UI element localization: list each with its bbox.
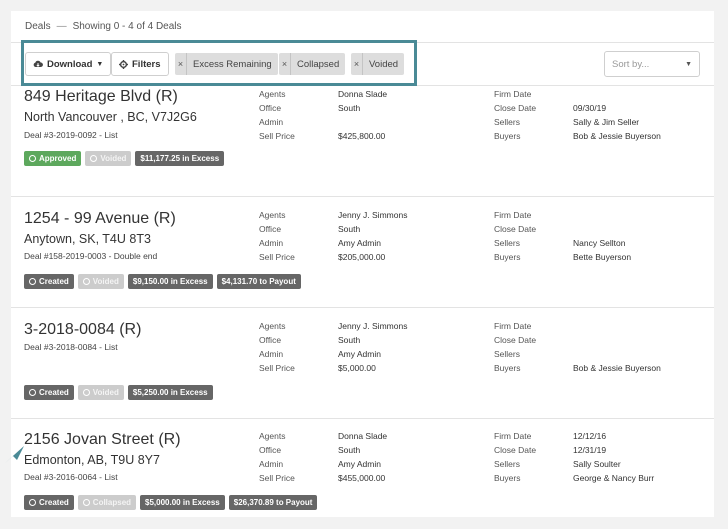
deal-fields-left: Agents Jenny J. Simmons Office South Admin… — [259, 210, 407, 266]
deal-fields-right: Firm Date 12/12/16 Close Date 12/31/19 Sel… — [494, 431, 654, 487]
header-separator: — — [56, 21, 67, 32]
deal-card[interactable]: 2156 Jovan Street (R) Edmonton, AB, T9U … — [11, 419, 714, 517]
firm-date-value: 12/12/16 — [573, 431, 607, 441]
office-value: South — [338, 224, 361, 234]
deal-number: Deal #3-2019-0092 - List — [24, 130, 118, 140]
sellers-value: Sally & Jim Seller — [573, 117, 640, 127]
admin-value: Amy Admin — [338, 238, 381, 248]
payout-badge: $4,131.70 to Payout — [216, 274, 301, 289]
deal-card[interactable]: 3-2018-0084 (R) Deal #3-2018-0084 - List… — [11, 308, 714, 419]
payout-badge: $26,370.89 to Payout — [228, 495, 318, 510]
check-circle-icon — [90, 155, 98, 162]
voided-badge: Voided — [77, 385, 124, 400]
excess-badge: $9,150.00 in Excess — [127, 274, 213, 289]
sell-price-value: $425,800.00 — [338, 131, 386, 141]
office-value: South — [338, 445, 361, 455]
agents-value: Donna Slade — [338, 431, 388, 441]
status-badge: Created — [24, 274, 74, 289]
sort-placeholder: Sort by... — [612, 58, 650, 70]
close-date-value: 12/31/19 — [573, 445, 607, 455]
deal-card[interactable]: 849 Heritage Blvd (R) North Vancouver , … — [11, 86, 714, 197]
pie-icon — [29, 499, 36, 506]
deal-address: North Vancouver , BC, V7J2G6 — [24, 110, 197, 124]
sell-price-value: $455,000.00 — [338, 473, 386, 483]
deal-title[interactable]: 1254 - 99 Avenue (R) — [24, 210, 176, 228]
admin-value: Amy Admin — [338, 459, 381, 469]
excess-badge: $11,177.25 in Excess — [135, 151, 225, 166]
office-value: South — [338, 103, 361, 113]
deal-badges: Created Voided $9,150.00 in Excess $4,13… — [24, 274, 301, 289]
deal-address: Edmonton, AB, T9U 8Y7 — [24, 453, 160, 467]
sell-price-value: $5,000.00 — [338, 363, 376, 373]
deal-number: Deal #3-2016-0064 - List — [24, 472, 118, 482]
sellers-value: Sally Soulter — [573, 459, 621, 469]
buyers-value: Bob & Jessie Buyerson — [573, 363, 661, 373]
deal-fields-right: Firm Date Close Date 09/30/19 Sellers Sall… — [494, 89, 661, 145]
deal-number: Deal #3-2018-0084 - List — [24, 342, 118, 352]
status-badge: Created — [24, 385, 74, 400]
deal-badges: Approved Voided $11,177.25 in Excess — [24, 151, 225, 166]
caret-down-icon: ▼ — [685, 60, 692, 68]
deal-badges: Created Voided $5,250.00 in Excess — [24, 385, 213, 400]
showing-count: Showing 0 - 4 of 4 Deals — [72, 21, 182, 32]
deal-title[interactable]: 3-2018-0084 (R) — [24, 321, 141, 339]
close-date-value: 09/30/19 — [573, 103, 607, 113]
sell-price-value: $205,000.00 — [338, 252, 386, 262]
ban-icon — [82, 278, 90, 285]
collapsed-badge: Collapsed — [77, 495, 137, 510]
deal-badges: Created Collapsed $5,000.00 in Excess $2… — [24, 495, 318, 510]
deal-number: Deal #158-2019-0003 - Double end — [24, 251, 158, 261]
office-value: South — [338, 335, 361, 345]
deal-fields-left: Agents Jenny J. Simmons Office South Admin… — [259, 321, 407, 377]
agents-value: Jenny J. Simmons — [338, 321, 408, 331]
deal-fields-right: Firm Date Close Date Sellers Nancy Sellto… — [494, 210, 631, 266]
deal-title[interactable]: 2156 Jovan Street (R) — [24, 431, 181, 449]
admin-value: Amy Admin — [338, 349, 381, 359]
deal-fields-left: Agents Donna Slade Office South Admin Amy A… — [259, 431, 387, 487]
buyers-value: Bette Buyerson — [573, 252, 632, 262]
status-badge: Created — [24, 495, 74, 510]
agents-value: Donna Slade — [338, 89, 388, 99]
deals-header: Deals — Showing 0 - 4 of 4 Deals — [11, 11, 714, 43]
voided-badge: Voided — [77, 274, 124, 289]
excess-badge: $5,250.00 in Excess — [127, 385, 213, 400]
deal-title[interactable]: 849 Heritage Blvd (R) — [24, 88, 178, 106]
ban-icon — [82, 499, 90, 506]
arrow-pointer-icon — [4, 446, 24, 464]
highlight-box — [21, 40, 417, 86]
deal-card[interactable]: 1254 - 99 Avenue (R) Anytown, SK, T4U 8T… — [11, 197, 714, 308]
pie-icon — [29, 278, 36, 285]
deal-fields-right: Firm Date Close Date Sellers Buyers Bob &… — [494, 321, 661, 377]
voided-badge: Voided — [85, 151, 132, 166]
buyers-value: George & Nancy Burr — [573, 473, 655, 483]
buyers-value: Bob & Jessie Buyerson — [573, 131, 661, 141]
agents-value: Jenny J. Simmons — [338, 210, 408, 220]
status-badge: Approved — [24, 151, 82, 166]
sort-select[interactable]: Sort by... ▼ — [604, 51, 700, 77]
excess-badge: $5,000.00 in Excess — [140, 495, 225, 510]
deals-panel: Deals — Showing 0 - 4 of 4 Deals Download … — [11, 11, 714, 517]
pie-icon — [29, 389, 36, 396]
deal-address: Anytown, SK, T4U 8T3 — [24, 232, 151, 246]
check-circle-icon — [29, 155, 36, 162]
deal-fields-left: Agents Donna Slade Office South Admin Sell… — [259, 89, 387, 145]
ban-icon — [82, 389, 90, 396]
sellers-value: Nancy Sellton — [573, 238, 626, 248]
page-title: Deals — [25, 21, 51, 32]
